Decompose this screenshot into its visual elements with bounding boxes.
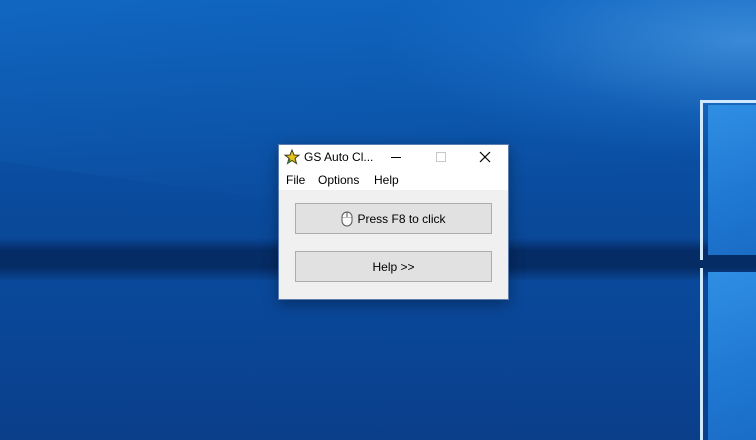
click-button-label: Press F8 to click	[357, 211, 446, 226]
minimize-button[interactable]	[373, 145, 419, 170]
wallpaper-pane-edge	[700, 268, 703, 440]
star-icon	[283, 148, 301, 165]
wallpaper-window-pane	[708, 105, 756, 255]
wallpaper-pane-edge	[700, 100, 703, 260]
menu-bar: File Options Help	[279, 170, 508, 190]
help-button[interactable]: Help >>	[295, 251, 492, 282]
window-title: GS Auto Cl...	[304, 150, 374, 164]
wallpaper-pane-edge	[700, 100, 756, 103]
app-window: GS Auto Cl... File Options Help Press F8…	[278, 144, 509, 300]
wallpaper-window-pane	[708, 272, 756, 440]
maximize-button[interactable]	[419, 145, 465, 170]
mouse-icon	[341, 211, 353, 227]
menu-file[interactable]: File	[286, 173, 305, 187]
wallpaper-shade	[0, 280, 756, 440]
menu-help[interactable]: Help	[374, 173, 399, 187]
title-bar[interactable]: GS Auto Cl...	[279, 145, 508, 170]
close-button[interactable]	[462, 145, 508, 170]
click-button[interactable]: Press F8 to click	[295, 203, 492, 234]
help-button-label: Help >>	[372, 259, 415, 274]
menu-options[interactable]: Options	[318, 173, 359, 187]
